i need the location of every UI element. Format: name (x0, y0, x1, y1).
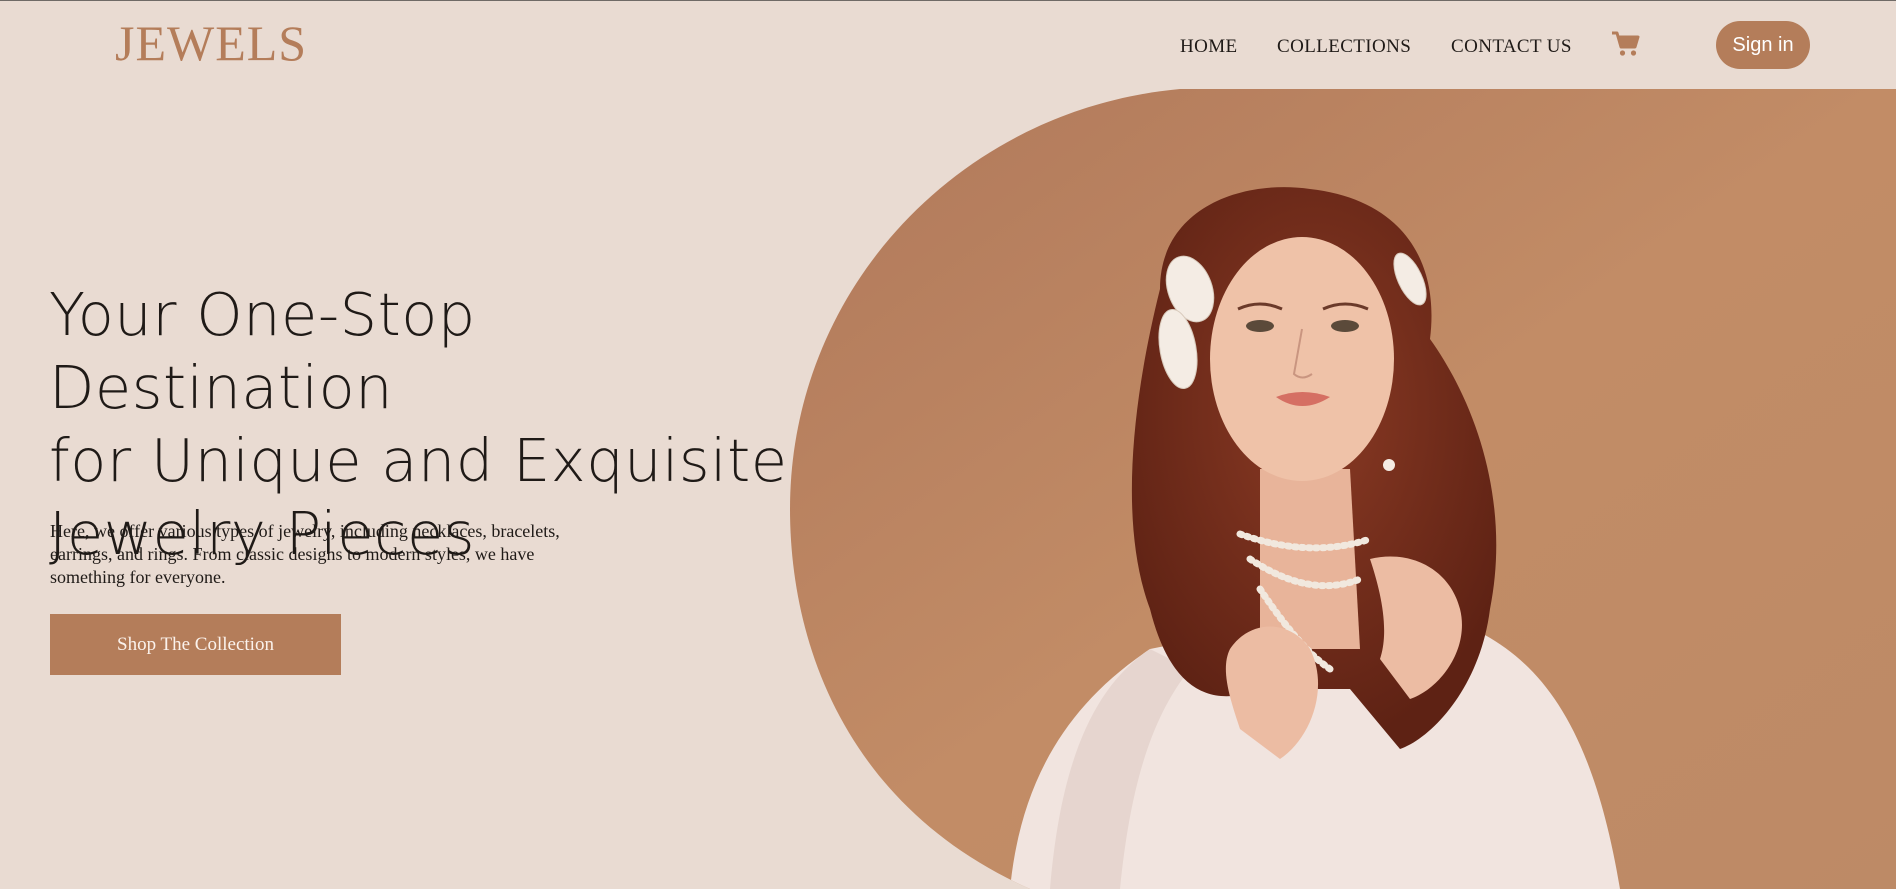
hero-title-line: for Unique and Exquisite (49, 426, 788, 495)
nav-home[interactable]: HOME (1180, 36, 1238, 58)
hero-photo (790, 89, 1896, 889)
nav-collections[interactable]: COLLECTIONS (1277, 36, 1411, 58)
nav-contact-us[interactable]: CONTACT US (1451, 36, 1572, 58)
hero-description-line: something for everyone. (50, 567, 226, 587)
shop-the-collection-button[interactable]: Shop The Collection (50, 614, 341, 675)
sign-in-button[interactable]: Sign in (1716, 21, 1810, 69)
cart-glyph (1612, 31, 1640, 56)
hero-description: Here, we offer various types of jewelry,… (50, 520, 650, 589)
brand-logo[interactable]: JEWELS (115, 18, 307, 68)
hero-title-line: Your One-Stop Destination (49, 280, 476, 422)
shopping-cart-icon[interactable] (1611, 30, 1641, 58)
hero-description-line: Here, we offer various types of jewelry,… (50, 521, 560, 541)
hero-description-line: earrings, and rings. From classic design… (50, 544, 535, 564)
site-header: JEWELS HOME COLLECTIONS CONTACT US Sign … (0, 0, 1896, 90)
